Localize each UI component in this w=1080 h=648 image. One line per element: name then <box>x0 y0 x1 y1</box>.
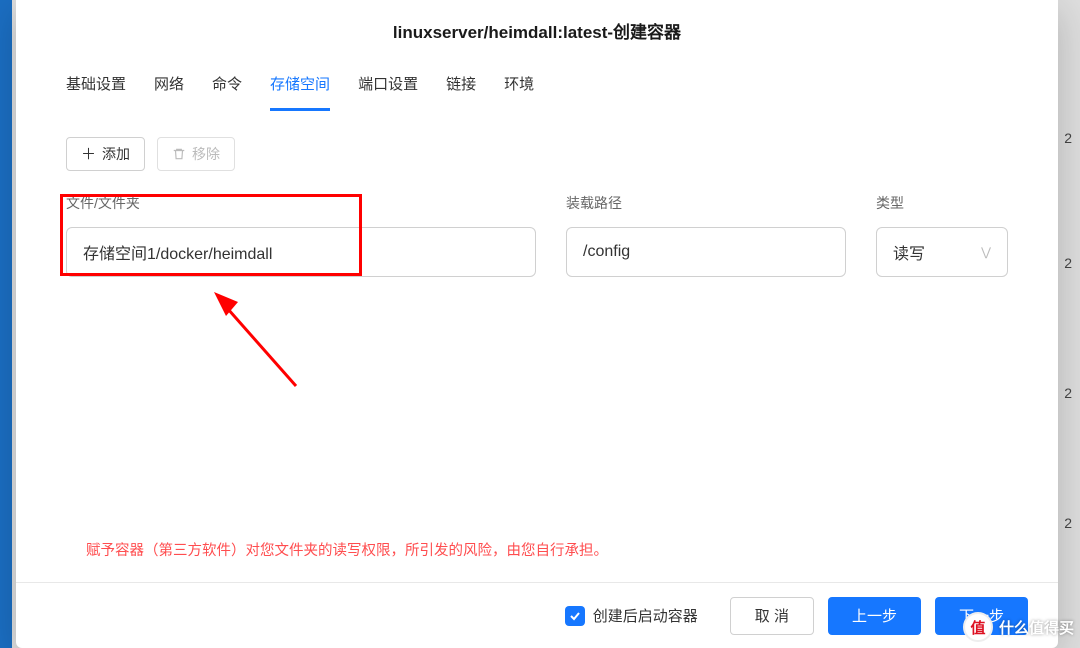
type-value: 读写 <box>893 240 925 264</box>
bg-number: 2 <box>1064 130 1072 146</box>
bg-number: 2 <box>1064 255 1072 271</box>
tab-links[interactable]: 链接 <box>446 59 476 110</box>
prev-button[interactable]: 上一步 <box>828 597 921 635</box>
tab-env[interactable]: 环境 <box>504 59 534 110</box>
checkbox-checked-icon <box>565 606 585 626</box>
remove-label: 移除 <box>192 144 220 164</box>
col-type: 类型 <box>876 193 1008 213</box>
warning-text: 赋予容器（第三方软件）对您文件夹的读写权限，所引发的风险，由您自行承担。 <box>86 539 608 560</box>
next-button[interactable]: 下一步 <box>935 597 1028 635</box>
checkbox-label: 创建后启动容器 <box>593 605 698 626</box>
tab-ports[interactable]: 端口设置 <box>358 59 418 110</box>
start-after-create-checkbox[interactable]: 创建后启动容器 <box>565 605 698 626</box>
annotation-arrow <box>196 276 306 396</box>
add-button[interactable]: ＋ 添加 <box>66 137 145 171</box>
toolbar: ＋ 添加 移除 <box>16 111 1058 171</box>
col-mount-path: 装载路径 <box>566 193 846 213</box>
tab-command[interactable]: 命令 <box>212 59 242 110</box>
bg-number: 2 <box>1064 515 1072 531</box>
mount-path-value: /config <box>583 243 630 261</box>
cancel-button[interactable]: 取 消 <box>730 597 814 635</box>
remove-button: 移除 <box>157 137 235 171</box>
tab-storage[interactable]: 存储空间 <box>270 59 330 110</box>
trash-icon <box>172 147 186 161</box>
bg-number: 2 <box>1064 385 1072 401</box>
modal-title: linuxserver/heimdall:latest-创建容器 <box>16 0 1058 59</box>
add-label: 添加 <box>102 144 130 164</box>
file-folder-value: 存储空间1/docker/heimdall <box>83 240 272 264</box>
tab-bar: 基础设置 网络 命令 存储空间 端口设置 链接 环境 <box>16 59 1058 111</box>
col-file-folder: 文件/文件夹 <box>66 193 536 213</box>
volume-row: 存储空间1/docker/heimdall /config 读写 ⋁ <box>16 213 1058 277</box>
tab-basic[interactable]: 基础设置 <box>66 59 126 110</box>
column-headers: 文件/文件夹 装载路径 类型 <box>16 171 1058 213</box>
plus-icon: ＋ <box>81 147 96 162</box>
file-folder-input[interactable]: 存储空间1/docker/heimdall <box>66 227 536 277</box>
tab-network[interactable]: 网络 <box>154 59 184 110</box>
mount-path-input[interactable]: /config <box>566 227 846 277</box>
modal-footer: 创建后启动容器 取 消 上一步 下一步 <box>16 582 1058 648</box>
type-select[interactable]: 读写 ⋁ <box>876 227 1008 277</box>
chevron-down-icon: ⋁ <box>981 245 991 259</box>
create-container-modal: linuxserver/heimdall:latest-创建容器 基础设置 网络… <box>16 0 1058 648</box>
